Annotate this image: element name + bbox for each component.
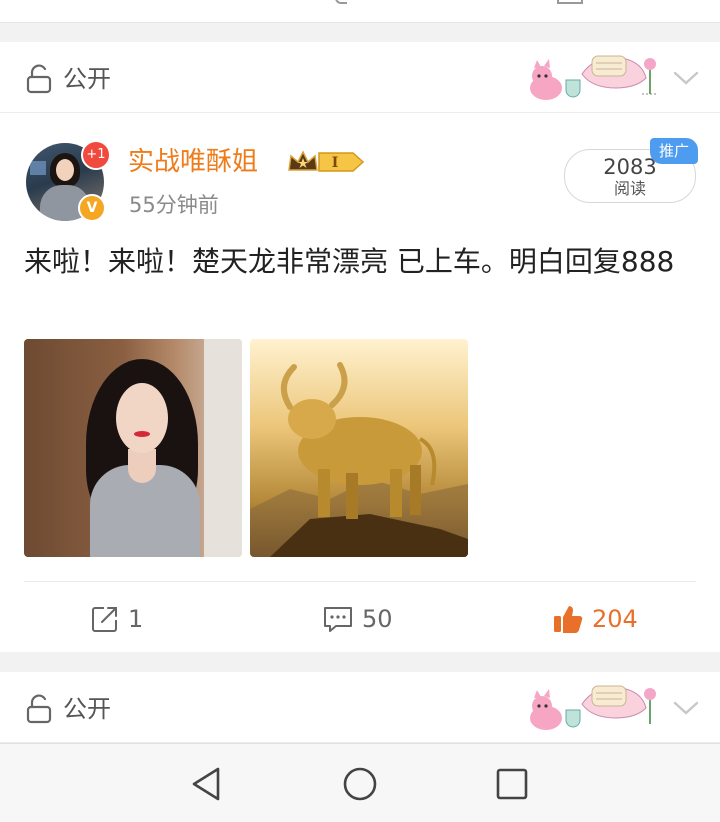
author-name[interactable]: 实战唯酥姐: [128, 143, 258, 181]
like-count: 204: [592, 605, 638, 633]
promo-tag: 推广: [650, 138, 698, 164]
comment-button[interactable]: 50: [322, 600, 393, 636]
home-icon[interactable]: [340, 764, 380, 804]
visibility-label: 公开: [63, 65, 111, 93]
divider: [24, 581, 696, 582]
chevron-down-icon[interactable]: [672, 68, 700, 88]
svg-text:I: I: [332, 155, 339, 171]
system-navigation-bar: [0, 743, 720, 822]
back-icon[interactable]: [188, 764, 228, 804]
unlock-icon: [26, 64, 52, 94]
read-label: 阅读: [613, 179, 646, 198]
post-text[interactable]: 来啦！来啦！楚天龙非常漂亮 已上车。明白回复888: [24, 240, 696, 284]
comment-count: 50: [362, 605, 393, 633]
vip-crown-icon[interactable]: I: [287, 148, 365, 176]
recents-icon[interactable]: [492, 764, 532, 804]
visibility-label: 公开: [63, 695, 111, 723]
like-button[interactable]: 204: [552, 600, 638, 636]
post-image-golden-bull[interactable]: [250, 339, 468, 557]
previous-post-bottom: [0, 0, 720, 23]
partial-icon: [557, 0, 583, 4]
visibility-bar[interactable]: 公开: [0, 672, 720, 743]
share-button[interactable]: 1: [90, 600, 143, 636]
decoration-sticker: [530, 685, 656, 730]
share-icon: [92, 607, 117, 632]
chevron-down-icon[interactable]: [672, 698, 700, 718]
comment-icon: [324, 607, 352, 632]
partial-icon: [335, 0, 347, 4]
post-image-portrait[interactable]: [24, 339, 242, 557]
post-time: 55分钟前: [129, 193, 219, 217]
verified-badge: V: [78, 194, 106, 222]
decoration-sticker: [530, 55, 658, 100]
unlock-icon: [26, 694, 52, 724]
share-count: 1: [128, 605, 144, 633]
avatar-notification-badge: +1: [81, 140, 111, 170]
like-icon: [554, 606, 583, 633]
visibility-bar[interactable]: 公开: [0, 42, 720, 113]
